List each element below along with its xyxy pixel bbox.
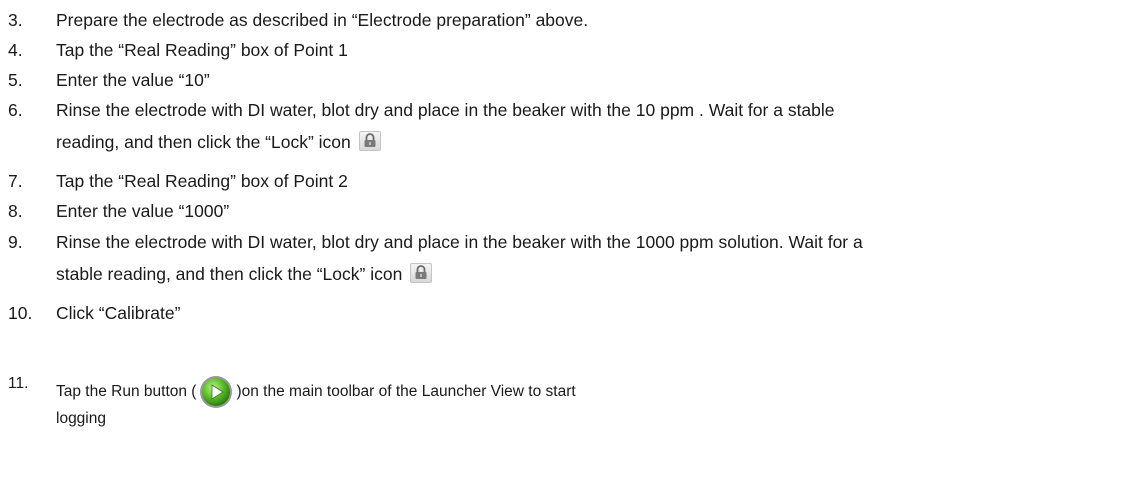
step-text: Prepare the electrode as described in “E… <box>56 10 589 30</box>
step-number: 5. <box>8 70 23 90</box>
step-text: Rinse the electrode with DI water, blot … <box>56 100 835 120</box>
step-text-cont: logging <box>56 410 106 427</box>
step-text: Rinse the electrode with DI water, blot … <box>56 232 863 252</box>
step-number: 4. <box>8 40 23 60</box>
step-text-before: Tap the Run button ( <box>56 383 197 401</box>
step-number: 10. <box>8 303 33 323</box>
step-number: 6. <box>8 100 23 120</box>
step-text: Tap the “Real Reading” box of Point 2 <box>56 171 348 191</box>
play-icon <box>199 375 233 409</box>
lock-icon <box>358 131 381 151</box>
step-number: 8. <box>8 201 23 221</box>
step-number: 11. <box>8 375 29 392</box>
step-number: 7. <box>8 171 23 191</box>
step-text: Tap the “Real Reading” box of Point 1 <box>56 40 348 60</box>
step-number: 9. <box>8 232 23 252</box>
step-text-after: )on the main toolbar of the Launcher Vie… <box>236 383 576 401</box>
lock-icon <box>410 263 433 283</box>
step-text-cont: stable reading, and then click the “Lock… <box>56 264 403 284</box>
step-number: 3. <box>8 10 23 30</box>
step-text: Enter the value “1000” <box>56 201 230 221</box>
step-text-cont: reading, and then click the “Lock” icon <box>56 132 351 152</box>
step-text: Click “Calibrate” <box>56 303 181 323</box>
step-text: Enter the value “10” <box>56 70 210 90</box>
